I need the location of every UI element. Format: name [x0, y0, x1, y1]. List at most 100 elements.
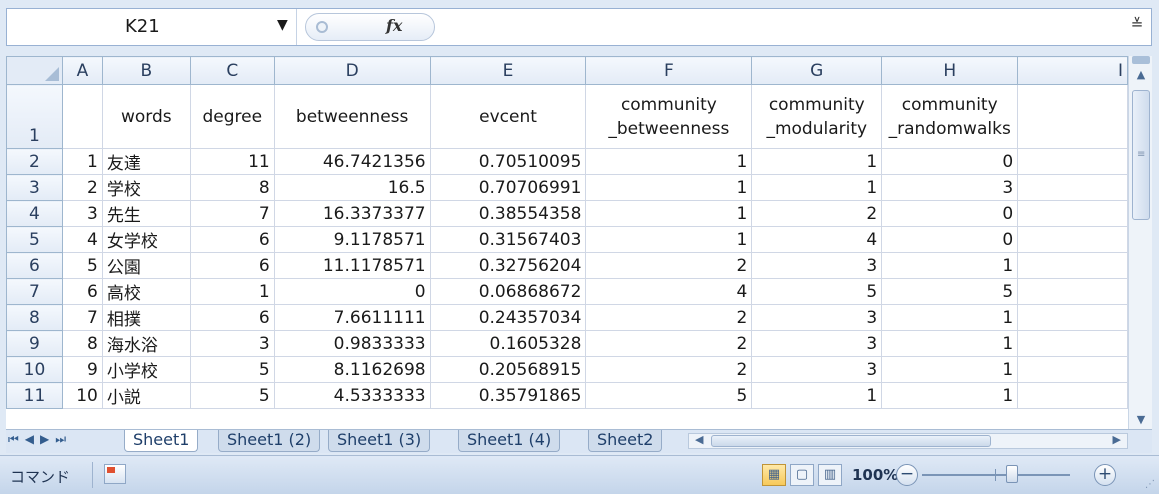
cell[interactable]: degree — [189, 84, 275, 149]
cell[interactable] — [1017, 330, 1128, 357]
zoom-slider-thumb[interactable] — [1006, 465, 1018, 483]
cell[interactable]: 公園 — [101, 252, 191, 279]
cell[interactable]: betweenness — [273, 84, 431, 149]
cell[interactable]: 0.31567403 — [429, 226, 587, 253]
row-header[interactable]: 11 — [6, 382, 63, 409]
cell[interactable]: 2 — [751, 200, 883, 227]
cell[interactable]: 5 — [881, 278, 1019, 305]
zoom-slider-track[interactable] — [922, 474, 1070, 476]
name-box-dropdown-icon[interactable]: ▼ — [277, 17, 288, 33]
cell[interactable]: 7 — [189, 200, 275, 227]
cell[interactable]: 16.3373377 — [273, 200, 431, 227]
cell[interactable]: 9 — [61, 356, 103, 383]
row-header[interactable]: 3 — [6, 174, 63, 201]
cell[interactable] — [1017, 382, 1128, 409]
cell[interactable]: words — [101, 84, 191, 149]
worksheet-grid[interactable]: A B C D E F G H I 1 words degree between… — [6, 56, 1128, 429]
cell[interactable]: 0.70510095 — [429, 148, 587, 175]
cell[interactable]: community _modularity — [751, 84, 883, 149]
cell[interactable]: 4 — [751, 226, 883, 253]
cell[interactable]: 16.5 — [273, 174, 431, 201]
cell[interactable]: 10 — [61, 382, 103, 409]
cell[interactable]: community _betweenness — [585, 84, 753, 149]
column-header-b[interactable]: B — [101, 56, 191, 85]
cell[interactable]: 0.32756204 — [429, 252, 587, 279]
cell[interactable] — [1017, 252, 1128, 279]
cell[interactable]: 1 — [189, 278, 275, 305]
cell[interactable]: 0 — [273, 278, 431, 305]
cell[interactable]: 4 — [585, 278, 753, 305]
page-break-view-icon[interactable]: ▥ — [818, 464, 842, 486]
column-header-f[interactable]: F — [585, 56, 753, 85]
vertical-scrollbar[interactable]: ▲ ≡ ▼ — [1128, 56, 1152, 429]
cell[interactable]: 小学校 — [101, 356, 191, 383]
cell[interactable]: 2 — [585, 252, 753, 279]
vertical-scroll-thumb[interactable]: ≡ — [1132, 90, 1150, 220]
cell[interactable]: 2 — [585, 304, 753, 331]
row-header[interactable]: 5 — [6, 226, 63, 253]
row-header[interactable]: 6 — [6, 252, 63, 279]
row-header[interactable]: 2 — [6, 148, 63, 175]
row-header[interactable]: 7 — [6, 278, 63, 305]
cell[interactable]: 3 — [751, 356, 883, 383]
cell[interactable]: 3 — [189, 330, 275, 357]
macro-record-icon[interactable] — [104, 464, 126, 484]
row-header[interactable]: 9 — [6, 330, 63, 357]
cell[interactable]: 1 — [881, 382, 1019, 409]
cell[interactable]: 1 — [881, 356, 1019, 383]
tab-navigation-icons[interactable]: ⏮◀▶⏭ — [8, 432, 72, 447]
cell[interactable] — [61, 84, 103, 149]
cell[interactable]: 3 — [881, 174, 1019, 201]
select-all-corner[interactable] — [6, 56, 63, 85]
cell[interactable]: 6 — [189, 304, 275, 331]
cell[interactable] — [1017, 200, 1128, 227]
cell[interactable]: 1 — [585, 148, 753, 175]
cell[interactable]: 0.38554358 — [429, 200, 587, 227]
cell[interactable]: 0.35791865 — [429, 382, 587, 409]
cell[interactable]: evcent — [429, 84, 587, 149]
cell[interactable]: 1 — [585, 226, 753, 253]
cell[interactable]: 9.1178571 — [273, 226, 431, 253]
cell[interactable] — [1017, 148, 1128, 175]
cell[interactable]: 友達 — [101, 148, 191, 175]
scroll-left-icon[interactable]: ◀ — [695, 433, 703, 446]
expand-formula-bar-icon[interactable]: ≚ — [1127, 15, 1147, 39]
cell[interactable] — [1017, 84, 1128, 149]
column-header-i[interactable]: I — [1017, 56, 1128, 85]
cell[interactable]: 0.06868672 — [429, 278, 587, 305]
cell[interactable]: 1 — [751, 174, 883, 201]
cell[interactable]: 5 — [189, 356, 275, 383]
cell[interactable] — [1017, 278, 1128, 305]
cell[interactable]: 0.9833333 — [273, 330, 431, 357]
column-header-e[interactable]: E — [429, 56, 587, 85]
cell[interactable]: 1 — [61, 148, 103, 175]
cell[interactable]: 6 — [61, 278, 103, 305]
cell[interactable]: 0.24357034 — [429, 304, 587, 331]
cell[interactable]: 11.1178571 — [273, 252, 431, 279]
scroll-down-icon[interactable]: ▼ — [1132, 411, 1150, 429]
cell[interactable]: 1 — [881, 252, 1019, 279]
cell[interactable]: 3 — [751, 304, 883, 331]
cell[interactable]: 7 — [61, 304, 103, 331]
row-header[interactable]: 8 — [6, 304, 63, 331]
column-header-a[interactable]: A — [61, 56, 103, 85]
cell[interactable]: 5 — [751, 278, 883, 305]
normal-view-icon[interactable]: ▦ — [762, 464, 786, 486]
cell[interactable]: 0.1605328 — [429, 330, 587, 357]
name-box[interactable]: K21 ▼ — [7, 9, 297, 45]
tab-sheet2[interactable]: Sheet2 — [588, 430, 663, 452]
cell[interactable]: 高校 — [101, 278, 191, 305]
column-header-d[interactable]: D — [273, 56, 431, 85]
cell[interactable]: 0.20568915 — [429, 356, 587, 383]
cell[interactable]: 8.1162698 — [273, 356, 431, 383]
cell[interactable]: 4 — [61, 226, 103, 253]
tab-sheet1-2[interactable]: Sheet1 (2) — [218, 430, 321, 452]
cell[interactable]: 3 — [751, 330, 883, 357]
cell[interactable]: 3 — [61, 200, 103, 227]
cell[interactable]: 2 — [585, 330, 753, 357]
column-header-h[interactable]: H — [881, 56, 1019, 85]
cell[interactable] — [1017, 226, 1128, 253]
scroll-up-icon[interactable]: ▲ — [1132, 66, 1150, 84]
tab-sheet1-3[interactable]: Sheet1 (3) — [328, 430, 431, 452]
split-box[interactable] — [1132, 56, 1150, 64]
